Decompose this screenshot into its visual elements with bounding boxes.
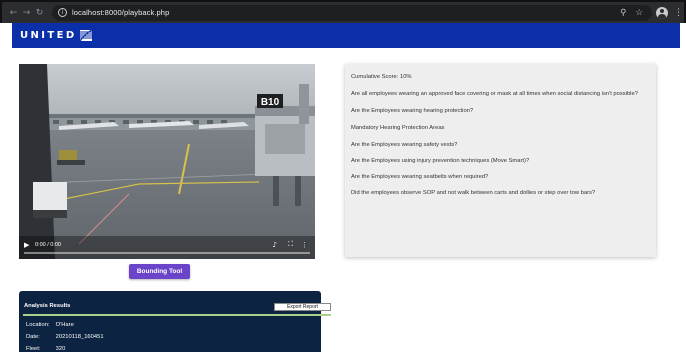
profile-icon[interactable]	[656, 6, 668, 19]
question-item: Did the employees observe SOP and not wa…	[351, 190, 596, 196]
fleet-row: Fleet: 320	[26, 346, 65, 352]
date-label: Date:	[26, 334, 40, 340]
video-time: 0:00 / 0:00	[35, 242, 61, 248]
page: ← → ↻ i localhost:8000/playback.php ⚲ ☆ …	[0, 0, 686, 352]
brand-logo-text: UNITED	[20, 30, 77, 41]
cumulative-score: Cumulative Score: 10%	[351, 74, 412, 80]
analysis-results-panel: Analysis Results Export Report Location:…	[19, 291, 331, 352]
volume-icon[interactable]: ♪	[273, 241, 277, 249]
date-row: Date: 20210118_160451	[26, 334, 104, 340]
location-label: Location:	[26, 322, 50, 328]
bounding-tool-button[interactable]: Bounding Tool	[129, 264, 190, 279]
play-icon[interactable]: ▶	[24, 241, 29, 249]
star-icon[interactable]: ☆	[635, 8, 643, 18]
question-item: Are the Employees wearing safety vests?	[351, 142, 458, 148]
site-info-icon[interactable]: i	[58, 8, 67, 17]
divider	[23, 314, 331, 316]
analysis-title: Analysis Results	[24, 303, 71, 309]
export-report-button[interactable]: Export Report	[274, 303, 331, 311]
fullscreen-icon[interactable]: ⛶	[288, 240, 293, 249]
date-value: 20210118_160451	[55, 334, 104, 340]
location-value: O'Hare	[55, 322, 74, 328]
video-progress-bar[interactable]	[24, 252, 310, 254]
video-player[interactable]: B10 ▶ 0:00 / 0:00 ♪ ⛶ ⋮	[19, 64, 315, 259]
browser-toolbar: ← → ↻ i localhost:8000/playback.php ⚲ ☆ …	[0, 0, 686, 23]
zoom-icon[interactable]: ⚲	[620, 8, 626, 18]
question-item: Are the Employees wearing hearing protec…	[351, 108, 474, 114]
header-bar: UNITED	[12, 23, 680, 48]
location-row: Location: O'Hare	[26, 322, 74, 328]
reload-icon[interactable]: ↻	[33, 8, 46, 18]
menu-icon[interactable]: ⋮	[674, 8, 683, 18]
forward-icon[interactable]: →	[20, 8, 33, 18]
gate-sign: B10	[261, 97, 280, 108]
globe-logo-icon	[79, 30, 92, 41]
fleet-value: 320	[55, 346, 66, 352]
question-item: Are the Employees using injury preventio…	[351, 158, 530, 164]
video-menu-icon[interactable]: ⋮	[301, 241, 308, 249]
checklist-panel: Cumulative Score: 10% Are all employees …	[345, 64, 656, 257]
airport-video-frame: B10	[19, 64, 315, 259]
address-bar[interactable]: i localhost:8000/playback.php ⚲ ☆	[52, 4, 652, 21]
url-text: localhost:8000/playback.php	[72, 8, 170, 17]
back-icon[interactable]: ←	[7, 8, 20, 18]
question-item: Mandatory Hearing Protection Areas	[351, 125, 445, 131]
question-item: Are the Employees wearing seatbelts when…	[351, 174, 489, 180]
fleet-label: Fleet:	[26, 346, 41, 352]
question-item: Are all employees wearing an approved fa…	[351, 91, 638, 97]
